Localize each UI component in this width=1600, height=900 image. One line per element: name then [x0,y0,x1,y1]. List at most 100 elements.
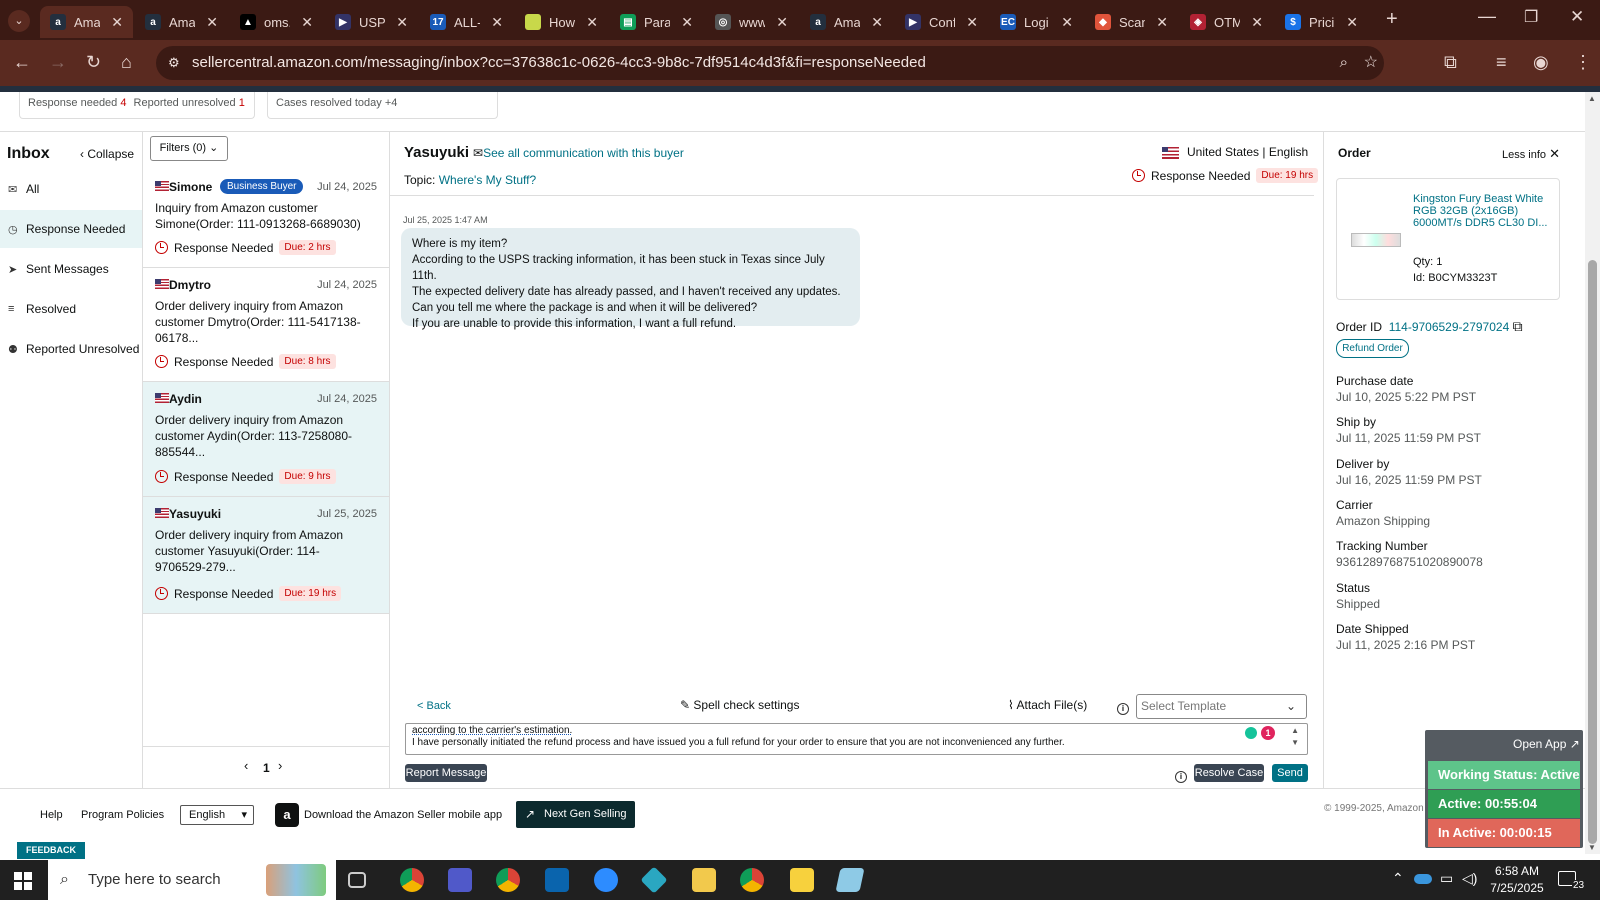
close-window-button[interactable]: ✕ [1570,7,1584,27]
browser-tab[interactable]: ▤ Parag ✕ [610,6,703,38]
tab-close-icon[interactable]: ✕ [776,14,788,31]
browser-tab[interactable]: ▲ oms. ✕ [230,6,323,38]
volume-icon[interactable]: ◁) [1462,870,1477,887]
help-link[interactable]: Help [40,809,63,821]
tab-close-icon[interactable]: ✕ [966,14,978,31]
prev-page-icon[interactable]: ‹ [244,758,248,773]
tab-close-icon[interactable]: ✕ [206,14,218,31]
chrome-icon[interactable] [400,868,424,892]
conversation-item[interactable]: Yasuyuki Jul 25, 2025 Order delivery inqui… [143,497,389,614]
filters-button[interactable]: Filters (0) ⌄ [150,136,228,161]
reload-icon[interactable]: ↻ [86,52,101,73]
tab-search-icon[interactable]: ⌄ [8,10,30,32]
browser-tab[interactable]: 17 ALL- ✕ [420,6,513,38]
copy-icon[interactable]: ⧉ [1513,318,1523,334]
tab-close-icon[interactable]: ✕ [871,14,883,31]
tab-close-icon[interactable]: ✕ [586,14,598,31]
page-scrollbar[interactable]: ▲ ▼ [1585,92,1600,854]
tab-close-icon[interactable]: ✕ [681,14,693,31]
reply-textarea[interactable]: according to the carrier's estimation. I… [405,723,1308,755]
collapse-button[interactable]: ‹ Collapse [80,147,134,161]
product-title-link[interactable]: Kingston Fury Beast White RGB 32GB (2x16… [1413,193,1553,229]
program-policies-link[interactable]: Program Policies [81,809,164,821]
extensions-icon[interactable]: ⧉ [1444,52,1457,73]
order-id-link[interactable]: 114-9706529-2797024 [1389,320,1510,334]
app-icon[interactable] [640,866,668,894]
outlook-icon[interactable] [545,868,569,892]
back-button[interactable]: < Back [417,700,451,712]
back-arrow-icon[interactable]: ← [13,52,31,73]
refund-order-button[interactable]: Refund Order [1336,339,1409,358]
chrome-profile-icon[interactable] [496,868,520,892]
spinner-icon[interactable]: ▲ ▼ [1291,725,1299,749]
tab-close-icon[interactable]: ✕ [1156,14,1168,31]
start-icon[interactable] [14,872,32,890]
open-app-button[interactable]: Open App ↗ [1513,737,1580,751]
bookmark-star-icon[interactable]: ☆ [1364,46,1378,80]
conversation-item[interactable]: Simone Business Buyer Jul 24, 2025 Inquiry … [143,170,389,268]
next-page-icon[interactable]: › [278,758,282,773]
teams-icon[interactable] [448,868,472,892]
browser-tab[interactable]: a Ama ✕ [800,6,893,38]
tab-close-icon[interactable]: ✕ [1346,14,1358,31]
minimize-button[interactable]: — [1478,6,1496,27]
tray-chevron-icon[interactable]: ⌃ [1392,870,1404,887]
scroll-down-icon[interactable]: ▼ [1588,843,1596,852]
info-icon[interactable]: i [1175,766,1187,784]
home-icon[interactable]: ⌂ [121,52,132,73]
grammar-icon[interactable] [1245,727,1257,739]
tab-close-icon[interactable]: ✕ [491,14,503,31]
sidebar-item-reported-unresolved[interactable]: ⚉ Reported Unresolved [0,330,142,368]
sidebar-item-sent-messages[interactable]: ➤ Sent Messages [0,250,142,288]
sticky-notes-icon[interactable] [790,868,814,892]
spell-check-button[interactable]: ✎ Spell check settings [680,698,799,712]
notepad-icon[interactable] [835,868,865,892]
browser-tab[interactable]: a Ama ✕ [40,6,133,38]
address-field[interactable]: ⚙ sellercentral.amazon.com/messaging/inb… [156,46,1384,80]
new-tab-button[interactable]: + [1386,8,1398,31]
browser-tab[interactable]: How ✕ [515,6,608,38]
task-view-icon[interactable] [348,872,366,888]
less-info-button[interactable]: Less info ✕ [1502,146,1560,162]
browser-tab[interactable]: ◎ www. ✕ [705,6,798,38]
browser-tab[interactable]: ◆ Scan ✕ [1085,6,1178,38]
see-all-link[interactable]: ✉See all communication with this buyer [473,146,684,160]
tab-close-icon[interactable]: ✕ [396,14,408,31]
clock-time[interactable]: 6:58 AM [1486,864,1548,878]
browser-tab[interactable]: EC Logi ✕ [990,6,1083,38]
profile-icon[interactable]: ◉ [1533,52,1549,73]
sidebar-item-resolved[interactable]: ≡ Resolved [0,290,142,328]
file-explorer-icon[interactable] [692,868,716,892]
restore-button[interactable]: ❐ [1524,7,1538,27]
tab-close-icon[interactable]: ✕ [111,14,123,31]
sidebar-item-all[interactable]: ✉ All [0,170,142,208]
topic-link[interactable]: Where's My Stuff? [439,173,536,187]
product-image[interactable] [1351,233,1401,247]
browser-tab[interactable]: ▶ Conf ✕ [895,6,988,38]
taskbar-search[interactable]: ⌕ Type here to search [48,860,336,900]
info-icon[interactable]: i [1117,698,1129,716]
forward-arrow-icon[interactable]: → [49,52,67,73]
zoom-icon[interactable]: ⌕ [1340,46,1348,80]
error-count-badge[interactable]: 1 [1261,726,1275,740]
onedrive-icon[interactable] [1414,874,1432,884]
next-gen-selling-button[interactable]: ↗ Next Gen Selling [516,801,635,828]
tab-close-icon[interactable]: ✕ [1061,14,1073,31]
sidebar-item-response-needed[interactable]: ◷ Response Needed [0,210,142,248]
report-message-button[interactable]: Report Message [405,764,487,782]
tab-close-icon[interactable]: ✕ [301,14,313,31]
media-icon[interactable]: ≡ [1496,52,1507,73]
feedback-tab[interactable]: FEEDBACK ✕ [17,842,85,872]
browser-tab[interactable]: ◈ OTM ✕ [1180,6,1273,38]
resolve-case-button[interactable]: Resolve Case [1194,764,1264,782]
chrome-icon[interactable] [740,868,764,892]
mobile-app-icon[interactable]: a [275,803,299,827]
browser-tab[interactable]: $ Prici ✕ [1275,6,1368,38]
browser-tab[interactable]: ▶ USPS ✕ [325,6,418,38]
network-icon[interactable]: ▭ [1440,870,1453,887]
zoom-app-icon[interactable] [594,868,618,892]
scrollbar-thumb[interactable] [1588,260,1597,844]
mobile-app-link[interactable]: Download the Amazon Seller mobile app [304,809,502,821]
site-info-icon[interactable]: ⚙ [168,46,180,80]
language-select[interactable]: English ▾ [180,805,254,825]
